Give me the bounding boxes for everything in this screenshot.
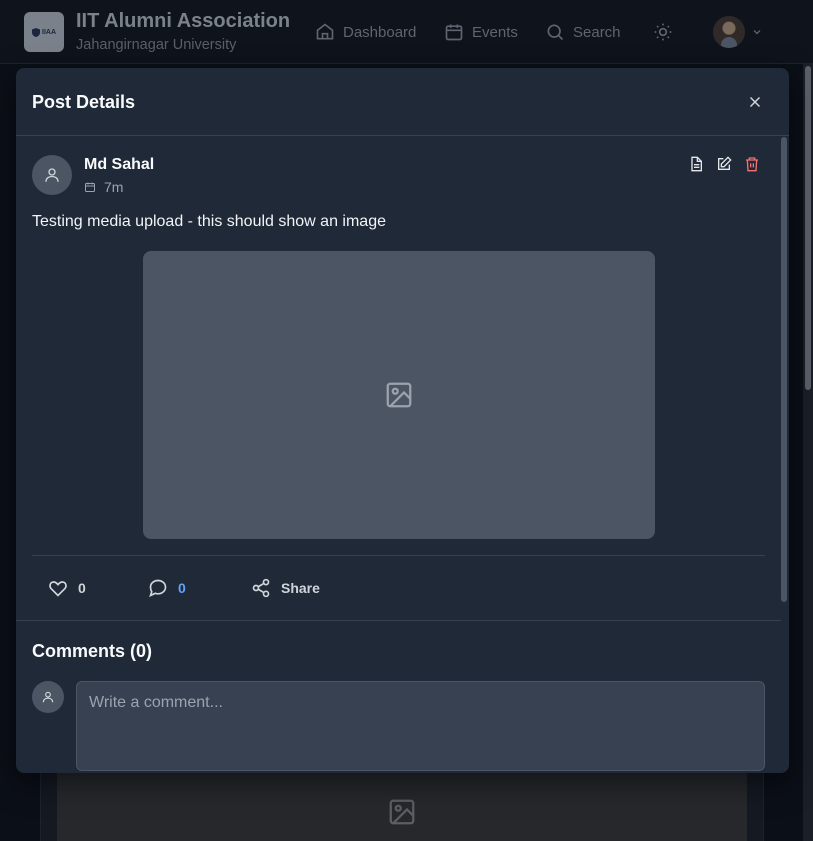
user-avatar[interactable] — [713, 16, 745, 48]
sun-icon — [654, 23, 672, 41]
edit-post-button[interactable] — [716, 156, 732, 172]
close-button[interactable] — [746, 93, 764, 111]
modal-body: Md Sahal 7m Testing media upload - this … — [16, 137, 781, 773]
calendar-icon — [85, 182, 95, 192]
commenter-avatar — [32, 681, 64, 713]
chevron-down-icon — [753, 30, 761, 35]
nav-search[interactable]: Search — [545, 22, 621, 42]
comment-input[interactable] — [76, 681, 765, 771]
shield-icon — [32, 27, 40, 37]
share-button[interactable]: Share — [251, 577, 320, 599]
brand-logo[interactable]: IIAA — [24, 12, 64, 52]
modal-header: Post Details — [16, 68, 789, 136]
heart-icon — [49, 581, 67, 597]
user-icon — [42, 691, 54, 703]
divider — [16, 620, 781, 621]
image-icon — [386, 382, 412, 408]
modal-title: Post Details — [32, 92, 136, 112]
delete-post-button[interactable] — [744, 156, 760, 172]
view-details-button[interactable] — [688, 156, 704, 172]
post-media[interactable] — [143, 251, 655, 539]
edit-icon — [718, 156, 732, 170]
post-details-modal: Post Details Md Sahal 7m Testing media u… — [16, 68, 789, 773]
like-button[interactable]: 0 — [48, 577, 86, 599]
share-icon — [252, 578, 270, 598]
comment-icon — [149, 579, 167, 598]
brand-subtitle: Jahangirnagar University — [76, 37, 237, 53]
modal-scrollbar-thumb[interactable] — [781, 137, 787, 602]
close-icon — [749, 96, 761, 108]
nav-search-label: Search — [573, 23, 621, 41]
brand-logo-text: IIAA — [42, 28, 56, 36]
post-actions — [688, 156, 760, 172]
comment-button[interactable]: 0 — [148, 577, 186, 599]
post-content: Testing media upload - this should show … — [32, 213, 386, 230]
top-navbar: IIAA IIT Alumni Association Jahangirnaga… — [0, 0, 813, 64]
like-count: 0 — [78, 580, 86, 596]
nav-dashboard[interactable]: Dashboard — [315, 22, 416, 42]
user-icon — [45, 168, 59, 182]
nav-events-label: Events — [472, 23, 518, 41]
comment-count: 0 — [178, 580, 186, 596]
post-time-text: 7m — [104, 179, 124, 195]
trash-icon — [746, 157, 758, 172]
theme-toggle[interactable] — [653, 22, 673, 42]
user-menu-toggle[interactable] — [751, 26, 763, 38]
post-timestamp: 7m — [84, 179, 123, 195]
calendar-icon — [445, 24, 463, 41]
search-icon — [547, 24, 564, 41]
nav-events[interactable]: Events — [444, 22, 518, 42]
author-avatar[interactable] — [32, 155, 72, 195]
image-icon — [389, 799, 415, 825]
comments-heading: Comments (0) — [32, 641, 153, 661]
background-post-media — [57, 772, 747, 841]
document-icon — [691, 156, 702, 172]
share-label: Share — [281, 580, 320, 596]
home-icon — [316, 23, 334, 40]
author-name[interactable]: Md Sahal — [84, 156, 154, 174]
divider — [32, 555, 765, 556]
nav-dashboard-label: Dashboard — [343, 23, 417, 41]
brand-title[interactable]: IIT Alumni Association — [76, 10, 290, 33]
page-scrollbar-thumb[interactable] — [805, 66, 811, 390]
